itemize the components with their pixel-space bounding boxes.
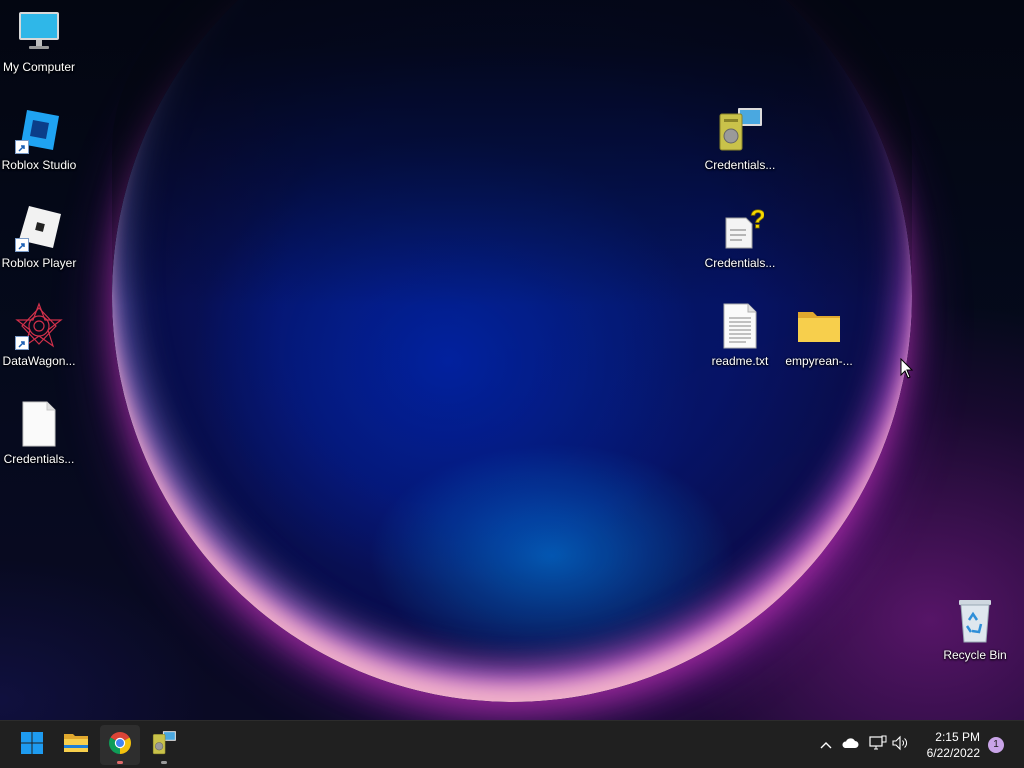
- network-icon: [869, 735, 887, 756]
- recycle-bin-icon: [951, 596, 999, 644]
- chevron-up-icon: [820, 736, 832, 754]
- cloud-icon: [841, 736, 859, 754]
- folder-icon: [63, 731, 89, 760]
- datawagon-icon: [15, 302, 63, 350]
- desktop-icon-credentials-file[interactable]: Credentials...: [0, 400, 78, 466]
- show-hidden-icons-button[interactable]: [816, 735, 836, 755]
- volume-button[interactable]: [890, 735, 910, 755]
- taskbar-file-explorer[interactable]: [56, 725, 96, 765]
- windows-start-icon: [20, 731, 44, 760]
- computer-tower-icon: [716, 106, 764, 154]
- text-file-icon: [716, 302, 764, 350]
- desktop-wallpaper: [0, 0, 1024, 720]
- taskbar: 2:15 PM 6/22/2022 1: [0, 720, 1024, 768]
- taskbar-clock[interactable]: 2:15 PM 6/22/2022: [927, 729, 980, 761]
- blank-file-icon: [15, 400, 63, 448]
- desktop-icon-empyrean-folder[interactable]: empyrean-...: [780, 302, 858, 368]
- shortcut-arrow-icon: [15, 140, 29, 154]
- desktop-icon-credentials-app[interactable]: Credentials...: [701, 106, 779, 172]
- desktop-icon-recycle-bin[interactable]: Recycle Bin: [936, 596, 1014, 662]
- running-indicator: [117, 761, 123, 764]
- desktop-icon-roblox-studio[interactable]: Roblox Studio: [0, 106, 78, 172]
- chrome-icon: [108, 731, 132, 760]
- desktop-icon-credentials-unknown[interactable]: ? Credentials...: [701, 204, 779, 270]
- start-button[interactable]: [12, 725, 52, 765]
- clock-date: 6/22/2022: [926, 746, 980, 760]
- speaker-icon: [891, 735, 909, 756]
- roblox-studio-icon: [15, 106, 63, 154]
- desktop-icon-readme[interactable]: readme.txt: [701, 302, 779, 368]
- running-indicator: [161, 761, 167, 764]
- computer-tower-icon: [151, 730, 177, 761]
- taskbar-credentials-app[interactable]: [144, 725, 184, 765]
- desktop-icon-my-computer[interactable]: My Computer: [0, 8, 78, 74]
- taskbar-chrome[interactable]: [100, 725, 140, 765]
- roblox-player-icon: [15, 204, 63, 252]
- mouse-cursor: [900, 357, 914, 385]
- network-button[interactable]: [868, 735, 888, 755]
- onedrive-button[interactable]: [840, 735, 860, 755]
- desktop-icon-roblox-player[interactable]: Roblox Player: [0, 204, 78, 270]
- notification-badge[interactable]: 1: [988, 737, 1004, 753]
- shortcut-arrow-icon: [15, 336, 29, 350]
- svg-text:?: ?: [750, 204, 764, 234]
- clock-time: 2:15 PM: [935, 730, 980, 744]
- folder-icon: [795, 302, 843, 350]
- desktop-icon-datawagon[interactable]: DataWagon...: [0, 302, 78, 368]
- monitor-icon: [15, 8, 63, 56]
- unknown-file-icon: ?: [716, 204, 766, 252]
- shortcut-arrow-icon: [15, 238, 29, 252]
